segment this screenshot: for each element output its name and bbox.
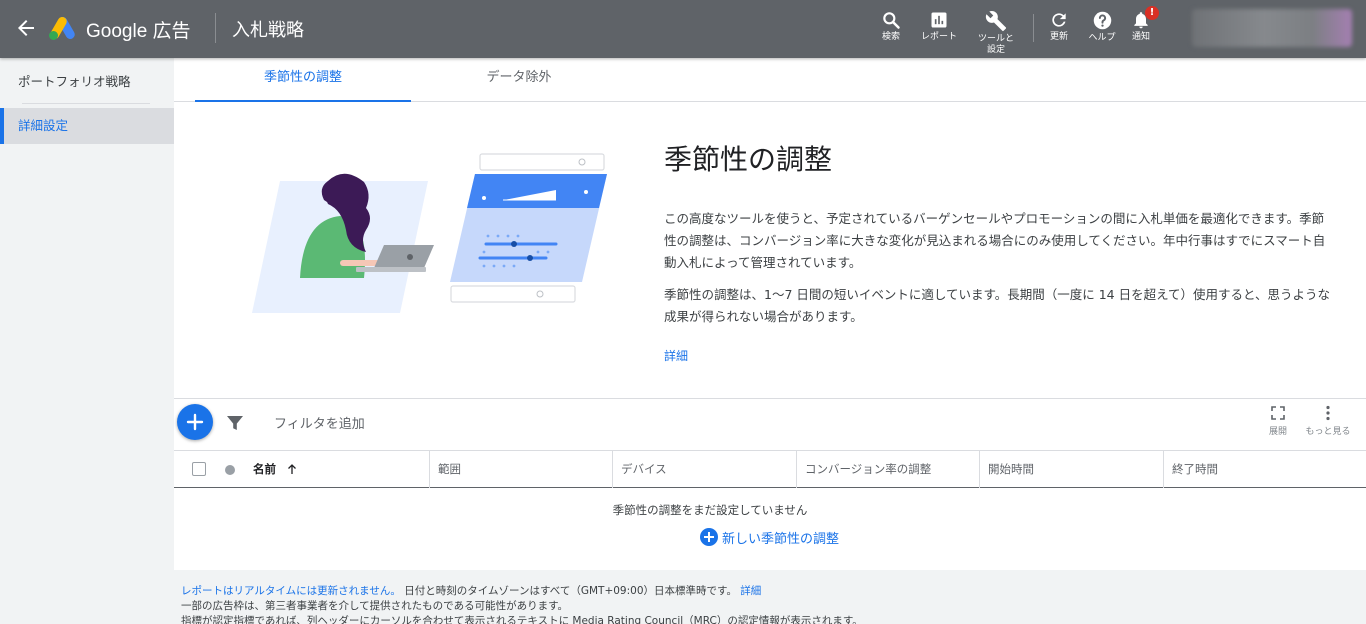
realtime-notice-link[interactable]: レポートはリアルタイムには更新されません。 [181, 585, 401, 597]
brand-name: Google 広告 [86, 21, 191, 42]
table-toolbar: フィルタを追加 展開 もっと見る [174, 398, 1366, 450]
header-divider [215, 13, 216, 43]
add-button[interactable] [177, 404, 213, 440]
wrench-icon [985, 11, 1007, 32]
more-vert-icon [1326, 405, 1330, 421]
column-header-device[interactable]: デバイス [612, 451, 796, 488]
sidebar-divider [22, 103, 150, 104]
notification-badge: ! [1145, 6, 1159, 20]
sidebar-item-label: 詳細設定 [18, 118, 69, 133]
table-header: 名前 範囲 デバイス コンバージョン率の調整 開始時間 終了時間 [174, 450, 1366, 488]
intro-paragraph: この高度なツールを使うと、予定されているバーゲンセールやプロモーションの間に入札… [664, 211, 1326, 270]
tab-bar: 季節性の調整 データ除外 [174, 58, 1366, 102]
intro-paragraph: 季節性の調整は、1〜7 日間の短いイベントに適しています。長期間（一度に 14 … [664, 287, 1330, 324]
column-header-range[interactable]: 範囲 [429, 451, 612, 488]
add-filter-button[interactable]: フィルタを追加 [274, 413, 365, 432]
intro-title: 季節性の調整 [664, 143, 833, 176]
search-button[interactable]: 検索 [867, 10, 915, 43]
back-arrow-icon[interactable] [14, 16, 38, 40]
select-all-checkbox[interactable] [192, 462, 206, 476]
sidebar: ポートフォリオ戦略 詳細設定 [0, 58, 174, 624]
column-header-name[interactable]: 名前 [253, 451, 429, 488]
seasonality-illustration [252, 153, 607, 313]
mrc-notice: 指標が認定指標であれば、列ヘッダーにカーソルを合わせて表示されるテキストに Me… [181, 615, 863, 624]
plus-icon [186, 413, 204, 431]
expand-button[interactable]: 展開 [1256, 405, 1300, 437]
empty-state-message: 季節性の調整をまだ設定していません [612, 503, 808, 517]
main-content: 季節性の調整 データ除外 季節性の調整 この高度なツールを使うと、予定されている… [174, 58, 1366, 570]
timezone-text: 日付と時刻のタイムゾーンはすべて（GMT+09:00）日本標準時です。 [404, 585, 737, 597]
sidebar-item-advanced-settings[interactable]: 詳細設定 [0, 108, 174, 144]
more-options-button[interactable]: もっと見る [1302, 405, 1354, 437]
account-switcher[interactable] [1192, 9, 1352, 47]
sort-ascending-icon [288, 464, 296, 474]
column-header-end-time[interactable]: 終了時間 [1163, 451, 1366, 488]
filter-icon[interactable] [226, 414, 244, 432]
footer: レポートはリアルタイムには更新されません。 日付と時刻のタイムゾーンはすべて（G… [181, 584, 1361, 624]
header-separator [1033, 14, 1034, 42]
reports-icon [931, 12, 947, 28]
fullscreen-icon [1271, 406, 1285, 420]
top-header: Google 広告 入札戦略 検索 レポート ツールと設定 更新 ヘルプ ! 通… [0, 0, 1366, 58]
reports-button[interactable]: レポート [915, 10, 963, 43]
footer-details-link[interactable]: 詳細 [740, 585, 761, 597]
status-dot-icon [225, 465, 235, 475]
google-ads-logo[interactable] [48, 15, 78, 41]
refresh-icon [1052, 13, 1066, 27]
sidebar-item-portfolio-strategies[interactable]: ポートフォリオ戦略 [0, 64, 174, 100]
column-header-start-time[interactable]: 開始時間 [979, 451, 1163, 488]
page-title: 入札戦略 [232, 20, 304, 41]
third-party-notice: 一部の広告枠は、第三者事業者を介して提供されたものである可能性があります。 [181, 600, 569, 612]
column-header-conversion-rate[interactable]: コンバージョン率の調整 [796, 451, 979, 488]
help-icon [1093, 11, 1111, 30]
sidebar-item-label: ポートフォリオ戦略 [18, 74, 131, 89]
search-icon [883, 12, 900, 29]
tab-seasonality-adjustments[interactable]: 季節性の調整 [195, 58, 411, 102]
refresh-button[interactable]: 更新 [1035, 10, 1083, 43]
add-circle-icon [700, 528, 718, 546]
tools-settings-button[interactable]: ツールと設定 [972, 10, 1020, 56]
learn-more-link[interactable]: 詳細 [664, 347, 688, 364]
notifications-button[interactable]: ! 通知 [1117, 6, 1165, 43]
tab-data-exclusions[interactable]: データ除外 [411, 58, 627, 102]
